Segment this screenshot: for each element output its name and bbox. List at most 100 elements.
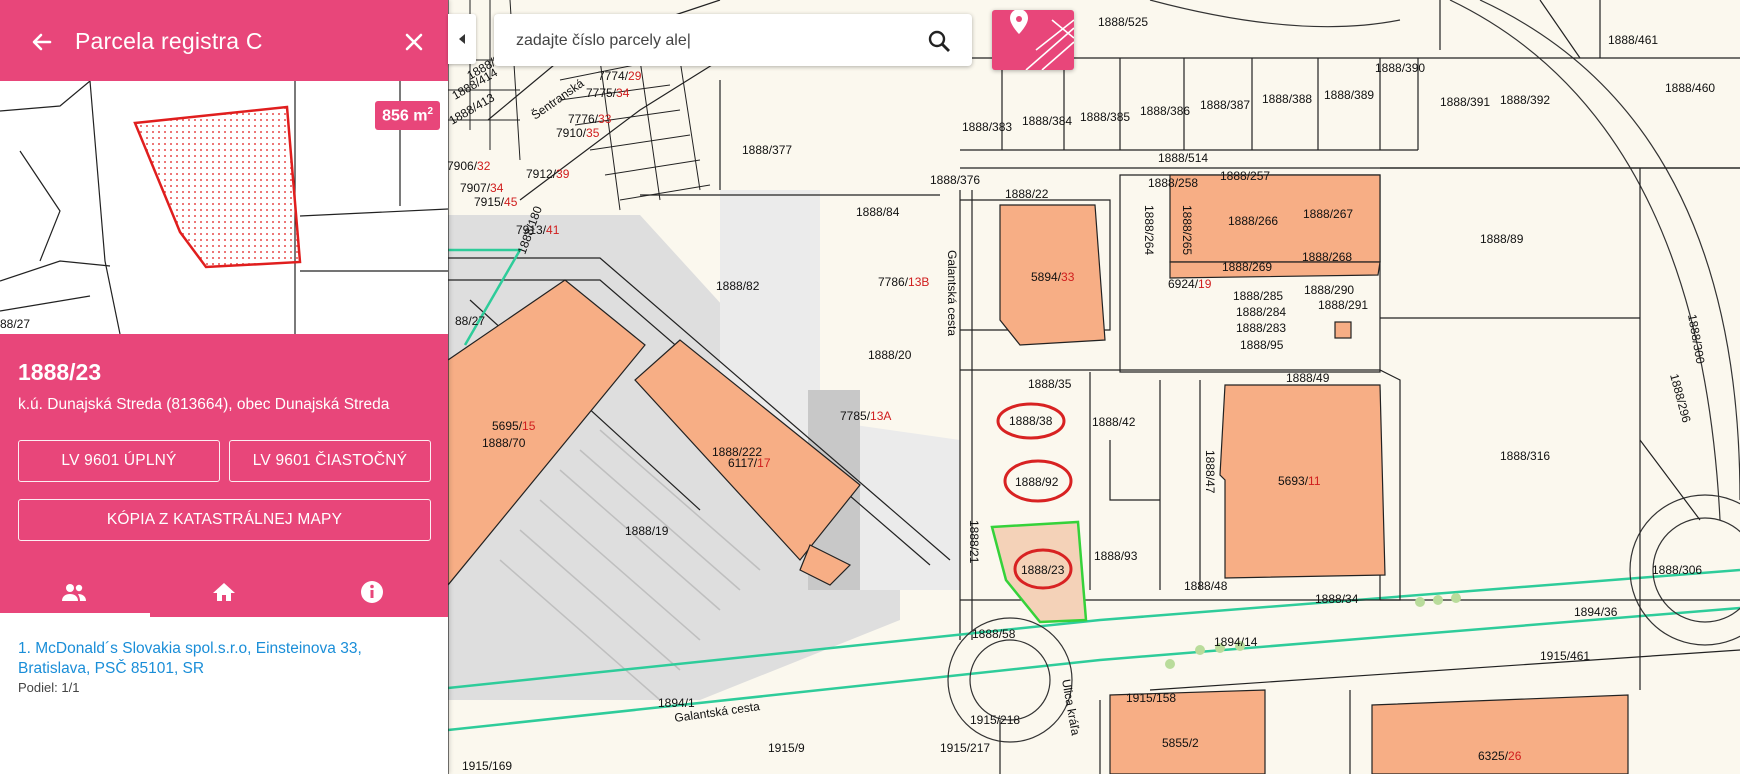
info-icon [361,580,383,603]
map-label: 1888/514 [1158,151,1208,165]
map-label: 1888/38 [1009,414,1053,428]
people-icon [62,583,86,601]
owner-link[interactable]: 1. McDonald´s Slovakia spol.s.r.o, Einst… [18,639,418,679]
panel-header: Parcela registra C [0,0,448,81]
map-label: 7915/45 [474,195,518,209]
owner-share: Podiel: 1/1 [18,680,80,695]
map-label: 1888/264 [1142,205,1156,255]
parcel-preview-map: 88/27 856 m2 [0,81,448,334]
map-label: 1888/267 [1303,207,1353,221]
map-label: 1888/284 [1236,305,1286,319]
map-label: 1915/169 [462,759,512,773]
map-label: 1888/34 [1315,592,1359,606]
map-label: 7912/39 [526,167,570,181]
map-label: 1888/47 [1203,450,1217,494]
map-label: 7776/33 [568,112,612,126]
parcel-map-layer-icon [1010,10,1074,70]
map-label: 1888/92 [1015,475,1059,489]
search-icon[interactable] [926,28,952,54]
map-label: 1888/21 [967,520,981,564]
map-label: 1888/266 [1228,214,1278,228]
map-label: 88/27 [455,314,485,328]
map-label: 1888/257 [1220,169,1270,183]
map-label: 6924/19 [1168,277,1212,291]
area-badge: 856 m2 [375,101,440,131]
map-label: 1894/14 [1214,635,1258,649]
parcel-panel: Parcela registra C 88/27 856 m2 1888/23 … [0,0,448,774]
map-label: 1888/290 [1304,283,1354,297]
map-label: 1915/217 [940,741,990,755]
close-button[interactable] [396,24,432,60]
close-icon [405,33,423,51]
map-label: 1888/42 [1092,415,1136,429]
map-label: 1888/385 [1080,110,1130,124]
map-label: 1888/390 [1375,61,1425,75]
tab-info[interactable] [298,566,446,617]
lv-partial-button[interactable]: LV 9601 ČIASTOČNÝ [229,440,431,482]
map-label: 1888/95 [1240,338,1284,352]
map-label: 1888/20 [868,348,912,362]
home-icon [213,582,235,601]
map-label: 1888/460 [1665,81,1715,95]
map-label: 5855/2 [1162,736,1199,750]
map-label: 7785/13A [840,409,891,423]
map-label: 1888/316 [1500,449,1550,463]
map-label: 1888/387 [1200,98,1250,112]
map-label: 1888/461 [1608,33,1658,47]
map-label: 1888/70 [482,436,526,450]
map-label: 5695/15 [492,419,536,433]
map-label: 1888/291 [1318,298,1368,312]
map-label: 1888/392 [1500,93,1550,107]
map-label: 1888/391 [1440,95,1490,109]
parcel-info: 1888/23 k.ú. Dunajská Streda (813664), o… [0,334,448,617]
map-label: 7786/13B [878,275,929,289]
map-layer-button[interactable] [992,10,1074,70]
map-label: 1888/269 [1222,260,1272,274]
preview-map-label: 88/27 [0,317,30,331]
map-label: 6325/26 [1478,749,1522,763]
map-label: 1888/384 [1022,114,1072,128]
map-label: 1888/283 [1236,321,1286,335]
cadastral-map[interactable]: 1888/525 1888/461 1888/460 1888/390 1888… [448,0,1740,774]
map-label: 1888/48 [1184,579,1228,593]
map-label: 1888/93 [1094,549,1138,563]
map-label: 1888/23 [1021,563,1065,577]
map-label: 1888/268 [1302,250,1352,264]
map-label: 1888/525 [1098,15,1148,29]
map-label: 1888/383 [962,120,1012,134]
tab-owners[interactable] [0,566,148,617]
lv-full-button[interactable]: LV 9601 ÚPLNÝ [18,440,220,482]
search-input[interactable] [514,27,898,55]
map-label: 1888/82 [716,279,760,293]
owners-list: 1. McDonald´s Slovakia spol.s.r.o, Einst… [0,617,448,774]
map-label: 1888/265 [1180,205,1194,255]
arrow-left-icon [32,33,52,51]
map-label: 1888/376 [930,173,980,187]
map-label: 7906/32 [448,159,491,173]
map-label: 1915/9 [768,741,805,755]
map-copy-button[interactable]: KÓPIA Z KATASTRÁLNEJ MAPY [18,499,431,541]
street-label: Galantská cesta [945,250,959,336]
tab-building[interactable] [150,566,298,617]
parcel-location: k.ú. Dunajská Streda (813664), obec Duna… [18,396,390,413]
map-label: 5693/11 [1278,474,1321,488]
search-box[interactable] [494,14,972,66]
parcel-number: 1888/23 [18,359,102,385]
map-label: 1888/306 [1652,563,1702,577]
map-label: 7907/34 [460,181,504,195]
panel-title: Parcela registra C [75,28,263,54]
caret-left-icon [459,34,465,44]
map-label: 1888/84 [856,205,900,219]
collapse-panel-button[interactable] [448,14,476,64]
map-canvas[interactable]: 1888/525 1888/461 1888/460 1888/390 1888… [448,0,1740,774]
map-label: 1888/258 [1148,176,1198,190]
map-label: 1888/388 [1262,92,1312,106]
back-button[interactable] [24,24,60,60]
map-label: 1888/19 [625,524,669,538]
map-label: 1888/89 [1480,232,1524,246]
map-label: 1888/22 [1005,187,1049,201]
map-label: 7775/34 [586,86,630,100]
map-label: 1915/461 [1540,649,1590,663]
map-label: 5894/33 [1031,270,1075,284]
map-label: 1888/49 [1286,371,1330,385]
